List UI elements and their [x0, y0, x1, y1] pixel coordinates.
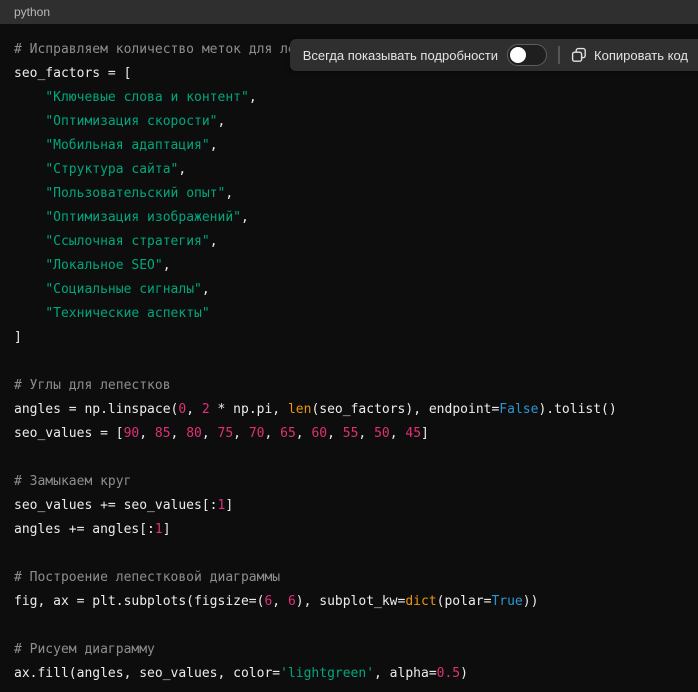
code-line: angles = np.linspace(0, 2 * np.pi, len(s…: [14, 398, 684, 422]
code-line: "Локальное SEO",: [14, 254, 684, 278]
code-block-body: # Исправляем количество меток для лепест…: [0, 24, 698, 692]
code-line: fig, ax = plt.subplots(figsize=(6, 6), s…: [14, 590, 684, 614]
language-label: python: [14, 5, 50, 19]
code-line: "Пользовательский опыт",: [14, 182, 684, 206]
copy-icon: [571, 47, 587, 63]
code-line: "Оптимизация изображений",: [14, 206, 684, 230]
toggle-knob-icon: [510, 47, 526, 63]
always-show-details-label: Всегда показывать подробности: [303, 48, 498, 63]
code-block-header: python: [0, 0, 698, 24]
code-line: [14, 350, 684, 374]
code-line: # Углы для лепестков: [14, 374, 684, 398]
copy-code-button[interactable]: Копировать код: [571, 47, 688, 63]
code-line: # Рисуем диаграмму: [14, 638, 684, 662]
code-line: angles += angles[:1]: [14, 518, 684, 542]
code-line: [14, 614, 684, 638]
code-line: "Ссылочная стратегия",: [14, 230, 684, 254]
code-line: [14, 446, 684, 470]
code-line: "Оптимизация скорости",: [14, 110, 684, 134]
code-lines: # Исправляем количество меток для лепест…: [14, 38, 684, 686]
code-line: ]: [14, 326, 684, 350]
code-line: "Структура сайта",: [14, 158, 684, 182]
copy-code-label: Копировать код: [594, 48, 688, 63]
code-line: seo_values += seo_values[:1]: [14, 494, 684, 518]
code-line: "Мобильная адаптация",: [14, 134, 684, 158]
code-line: seo_values = [90, 85, 80, 75, 70, 65, 60…: [14, 422, 684, 446]
code-line: "Ключевые слова и контент",: [14, 86, 684, 110]
code-line: # Построение лепестковой диаграммы: [14, 566, 684, 590]
toolbar-divider: [558, 46, 560, 64]
details-toggle[interactable]: [507, 44, 547, 66]
code-line: # Замыкаем круг: [14, 470, 684, 494]
code-line: "Технические аспекты": [14, 302, 684, 326]
code-line: "Социальные сигналы",: [14, 278, 684, 302]
code-line: [14, 542, 684, 566]
code-line: ax.fill(angles, seo_values, color='light…: [14, 662, 684, 686]
hover-toolbar: Всегда показывать подробности Копировать…: [290, 39, 698, 71]
